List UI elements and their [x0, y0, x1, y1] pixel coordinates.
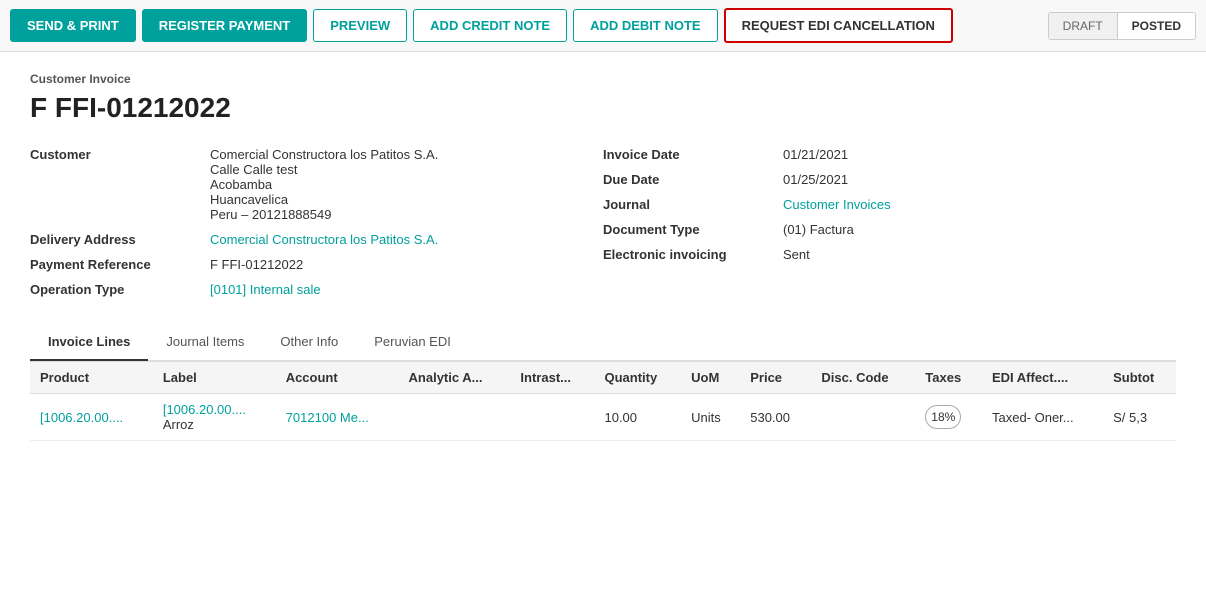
label-link[interactable]: [1006.20.00.... — [163, 402, 246, 417]
table-wrap: Product Label Account Analytic A... Intr… — [30, 361, 1176, 441]
tab-journal-items[interactable]: Journal Items — [148, 324, 262, 361]
customer-addr4: Peru – 20121888549 — [210, 207, 331, 222]
cell-taxes: 18% — [915, 394, 982, 441]
table-header-row: Product Label Account Analytic A... Intr… — [30, 362, 1176, 394]
cell-edi-affect: Taxed- Oner... — [982, 394, 1103, 441]
invoice-lines-table: Product Label Account Analytic A... Intr… — [30, 361, 1176, 441]
col-taxes: Taxes — [915, 362, 982, 394]
info-left: Customer Comercial Constructora los Pati… — [30, 144, 603, 300]
tabs: Invoice Lines Journal Items Other Info P… — [30, 324, 1176, 361]
register-payment-button[interactable]: REGISTER PAYMENT — [142, 9, 307, 42]
customer-label: Customer — [30, 144, 200, 225]
customer-name-link[interactable]: Comercial Constructora los Patitos S.A. — [210, 147, 438, 162]
cell-uom: Units — [681, 394, 740, 441]
e-invoicing-label: Electronic invoicing — [603, 244, 773, 265]
status-posted[interactable]: POSTED — [1118, 13, 1195, 39]
add-credit-note-button[interactable]: ADD CREDIT NOTE — [413, 9, 567, 42]
delivery-value[interactable]: Comercial Constructora los Patitos S.A. — [210, 229, 603, 250]
customer-addr1: Calle Calle test — [210, 162, 297, 177]
journal-label: Journal — [603, 194, 773, 215]
info-right: Invoice Date 01/21/2021 Due Date 01/25/2… — [603, 144, 1176, 300]
cell-analytic — [399, 394, 511, 441]
operation-type-label: Operation Type — [30, 279, 200, 300]
taxes-badge: 18% — [925, 405, 961, 429]
journal-value[interactable]: Customer Invoices — [783, 194, 1176, 215]
col-price: Price — [740, 362, 811, 394]
toolbar: SEND & PRINT REGISTER PAYMENT PREVIEW AD… — [0, 0, 1206, 52]
col-edi-affect: EDI Affect.... — [982, 362, 1103, 394]
info-grid: Customer Comercial Constructora los Pati… — [30, 144, 1176, 300]
account-link[interactable]: 7012100 Me... — [286, 410, 369, 425]
col-disc-code: Disc. Code — [811, 362, 915, 394]
status-draft[interactable]: DRAFT — [1049, 13, 1118, 39]
doc-type-label: Document Type — [603, 219, 773, 240]
col-uom: UoM — [681, 362, 740, 394]
due-date-value: 01/25/2021 — [783, 169, 1176, 190]
col-product: Product — [30, 362, 153, 394]
col-quantity: Quantity — [594, 362, 681, 394]
tab-other-info[interactable]: Other Info — [262, 324, 356, 361]
cell-account: 7012100 Me... — [276, 394, 399, 441]
col-account: Account — [276, 362, 399, 394]
doc-type-value: (01) Factura — [783, 219, 1176, 240]
payment-ref-value: F FFI-01212022 — [210, 254, 603, 275]
col-analytic: Analytic A... — [399, 362, 511, 394]
preview-button[interactable]: PREVIEW — [313, 9, 407, 42]
tab-invoice-lines[interactable]: Invoice Lines — [30, 324, 148, 361]
e-invoicing-value: Sent — [783, 244, 1176, 265]
customer-addr3: Huancavelica — [210, 192, 288, 207]
col-subtotal: Subtot — [1103, 362, 1176, 394]
cell-intrast — [510, 394, 594, 441]
cell-subtotal: S/ 5,3 — [1103, 394, 1176, 441]
tab-peruvian-edi[interactable]: Peruvian EDI — [356, 324, 469, 361]
document-title: F FFI-01212022 — [30, 92, 1176, 124]
customer-value: Comercial Constructora los Patitos S.A. … — [210, 144, 603, 225]
cell-quantity: 10.00 — [594, 394, 681, 441]
cell-product: [1006.20.00.... — [30, 394, 153, 441]
table-row: [1006.20.00.... [1006.20.00.... Arroz 70… — [30, 394, 1176, 441]
product-link[interactable]: [1006.20.00.... — [40, 410, 123, 425]
col-intrast: Intrast... — [510, 362, 594, 394]
status-pills: DRAFT POSTED — [1048, 12, 1196, 40]
payment-ref-label: Payment Reference — [30, 254, 200, 275]
invoice-date-label: Invoice Date — [603, 144, 773, 165]
invoice-date-value: 01/21/2021 — [783, 144, 1176, 165]
add-debit-note-button[interactable]: ADD DEBIT NOTE — [573, 9, 718, 42]
request-edi-cancellation-button[interactable]: REQUEST EDI CANCELLATION — [724, 8, 953, 43]
col-label: Label — [153, 362, 276, 394]
main-content: Customer Invoice F FFI-01212022 Customer… — [0, 52, 1206, 599]
due-date-label: Due Date — [603, 169, 773, 190]
cell-label: [1006.20.00.... Arroz — [153, 394, 276, 441]
label-sub: Arroz — [163, 417, 194, 432]
cell-price: 530.00 — [740, 394, 811, 441]
document-type-label: Customer Invoice — [30, 72, 1176, 86]
cell-disc-code — [811, 394, 915, 441]
operation-type-value[interactable]: [0101] Internal sale — [210, 279, 603, 300]
send-print-button[interactable]: SEND & PRINT — [10, 9, 136, 42]
customer-addr2: Acobamba — [210, 177, 272, 192]
delivery-label: Delivery Address — [30, 229, 200, 250]
